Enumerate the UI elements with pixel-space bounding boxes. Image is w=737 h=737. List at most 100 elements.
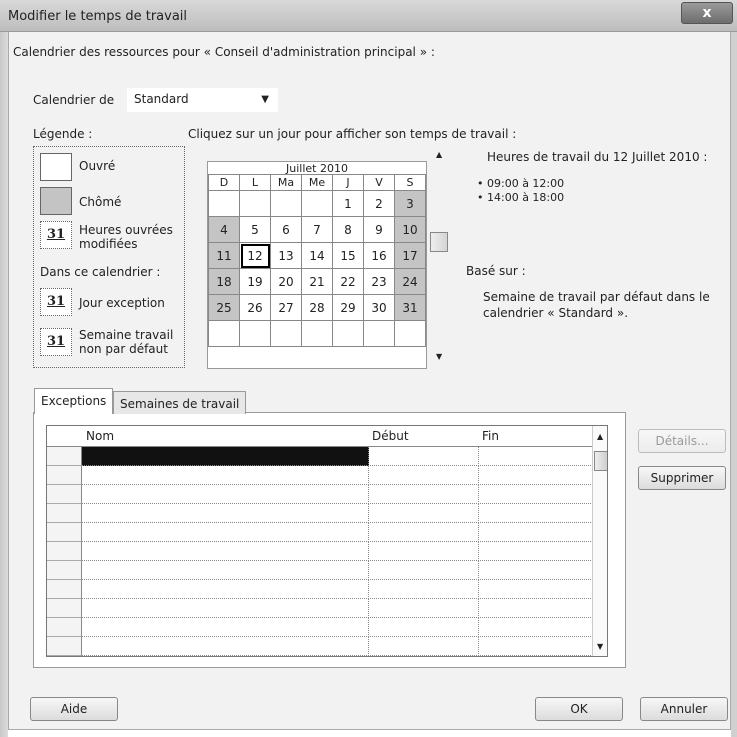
calendar-day[interactable]: 15 [332, 242, 364, 269]
calendar-day[interactable]: 10 [394, 216, 426, 243]
calendar-day[interactable]: 6 [270, 216, 302, 243]
table-row-header[interactable] [47, 618, 82, 637]
table-cell[interactable] [82, 599, 369, 618]
tab-exceptions[interactable]: Exceptions [34, 388, 114, 414]
table-cell[interactable] [478, 447, 593, 466]
close-button[interactable]: x [681, 2, 733, 24]
column-header-name[interactable]: Nom [82, 426, 369, 447]
table-cell[interactable] [82, 637, 369, 656]
table-cell[interactable] [82, 580, 369, 599]
table-cell[interactable] [368, 637, 479, 656]
calendar-day[interactable]: 5 [239, 216, 271, 243]
table-cell[interactable] [478, 523, 593, 542]
table-cell[interactable] [368, 485, 479, 504]
table-cell[interactable] [368, 542, 479, 561]
table-cell[interactable] [82, 523, 369, 542]
cancel-button[interactable]: Annuler [640, 697, 728, 721]
calendar-day[interactable]: 30 [363, 294, 395, 321]
calendar-day[interactable]: 17 [394, 242, 426, 269]
table-row-header[interactable] [47, 523, 82, 542]
details-button[interactable]: Détails... [638, 429, 726, 453]
calendar-day[interactable]: 23 [363, 268, 395, 295]
scroll-up-icon[interactable]: ▲ [436, 150, 442, 159]
calendar-day[interactable]: 26 [239, 294, 271, 321]
weekday-header: L [239, 174, 271, 191]
table-cell[interactable] [478, 542, 593, 561]
calendar-day[interactable]: 27 [270, 294, 302, 321]
table-cell[interactable] [478, 618, 593, 637]
table-cell[interactable] [368, 599, 479, 618]
table-cell[interactable] [368, 523, 479, 542]
calendar-day[interactable]: 28 [301, 294, 333, 321]
table-row-header[interactable] [47, 599, 82, 618]
calendar-day[interactable]: 4 [208, 216, 240, 243]
calendar-day[interactable]: 19 [239, 268, 271, 295]
table-row-header[interactable] [47, 504, 82, 523]
table-cell[interactable] [82, 618, 369, 637]
calendar-day[interactable]: 31 [394, 294, 426, 321]
calendar-empty-cell [208, 320, 240, 347]
calendar-day[interactable]: 9 [363, 216, 395, 243]
table-row-header[interactable] [47, 637, 82, 656]
scroll-down-icon[interactable]: ▼ [436, 352, 442, 361]
window-frame-left [0, 32, 8, 737]
table-cell[interactable] [368, 504, 479, 523]
calendar-day[interactable]: 22 [332, 268, 364, 295]
table-cell[interactable] [368, 618, 479, 637]
table-cell[interactable] [82, 447, 369, 466]
calendar-day[interactable]: 18 [208, 268, 240, 295]
chevron-down-icon[interactable]: ▼ [261, 94, 269, 105]
table-cell[interactable] [478, 561, 593, 580]
calendar-day[interactable]: 2 [363, 190, 395, 217]
calendar-day[interactable]: 20 [270, 268, 302, 295]
calendar-day[interactable]: 11 [208, 242, 240, 269]
table-cell[interactable] [82, 504, 369, 523]
calendar-scroll-thumb[interactable] [430, 232, 448, 252]
help-button[interactable]: Aide [30, 697, 118, 721]
table-row-header[interactable] [47, 561, 82, 580]
table-cell[interactable] [478, 637, 593, 656]
calendar-day[interactable]: 1 [332, 190, 364, 217]
column-header-end[interactable]: Fin [478, 426, 593, 447]
table-row-header[interactable] [47, 466, 82, 485]
scroll-down-icon[interactable]: ▼ [597, 642, 603, 651]
calendar-day[interactable]: 14 [301, 242, 333, 269]
calendar-day[interactable]: 12 [239, 242, 271, 269]
table-scroll-thumb[interactable] [594, 451, 607, 471]
calendar-scrollbar[interactable]: ▲ ▼ [430, 146, 448, 368]
table-row-header[interactable] [47, 580, 82, 599]
table-cell[interactable] [82, 485, 369, 504]
table-row-header[interactable] [47, 447, 82, 466]
table-cell[interactable] [478, 599, 593, 618]
table-cell[interactable] [478, 580, 593, 599]
calendar-empty-cell [301, 320, 333, 347]
table-cell[interactable] [368, 447, 479, 466]
calendar-day[interactable]: 21 [301, 268, 333, 295]
table-cell[interactable] [478, 504, 593, 523]
table-cell[interactable] [478, 485, 593, 504]
calendar-day[interactable]: 13 [270, 242, 302, 269]
calendar-day[interactable]: 7 [301, 216, 333, 243]
table-scrollbar[interactable]: ▲ ▼ [592, 426, 607, 656]
calendar-day[interactable]: 29 [332, 294, 364, 321]
calendar-day[interactable]: 16 [363, 242, 395, 269]
delete-button[interactable]: Supprimer [638, 466, 726, 490]
tab-work-weeks[interactable]: Semaines de travail [113, 391, 247, 414]
calendar-day[interactable]: 25 [208, 294, 240, 321]
calendar-day[interactable]: 8 [332, 216, 364, 243]
table-cell[interactable] [82, 466, 369, 485]
table-row-header[interactable] [47, 485, 82, 504]
table-cell[interactable] [368, 561, 479, 580]
table-cell[interactable] [478, 466, 593, 485]
calendar-day[interactable]: 3 [394, 190, 426, 217]
table-cell[interactable] [82, 561, 369, 580]
table-cell[interactable] [368, 466, 479, 485]
table-cell[interactable] [368, 580, 479, 599]
table-row-header[interactable] [47, 542, 82, 561]
table-cell[interactable] [82, 542, 369, 561]
scroll-up-icon[interactable]: ▲ [597, 432, 603, 441]
calendar-select[interactable]: Standard ▼ [127, 88, 278, 112]
calendar-day[interactable]: 24 [394, 268, 426, 295]
column-header-start[interactable]: Début [368, 426, 479, 447]
ok-button[interactable]: OK [535, 697, 623, 721]
